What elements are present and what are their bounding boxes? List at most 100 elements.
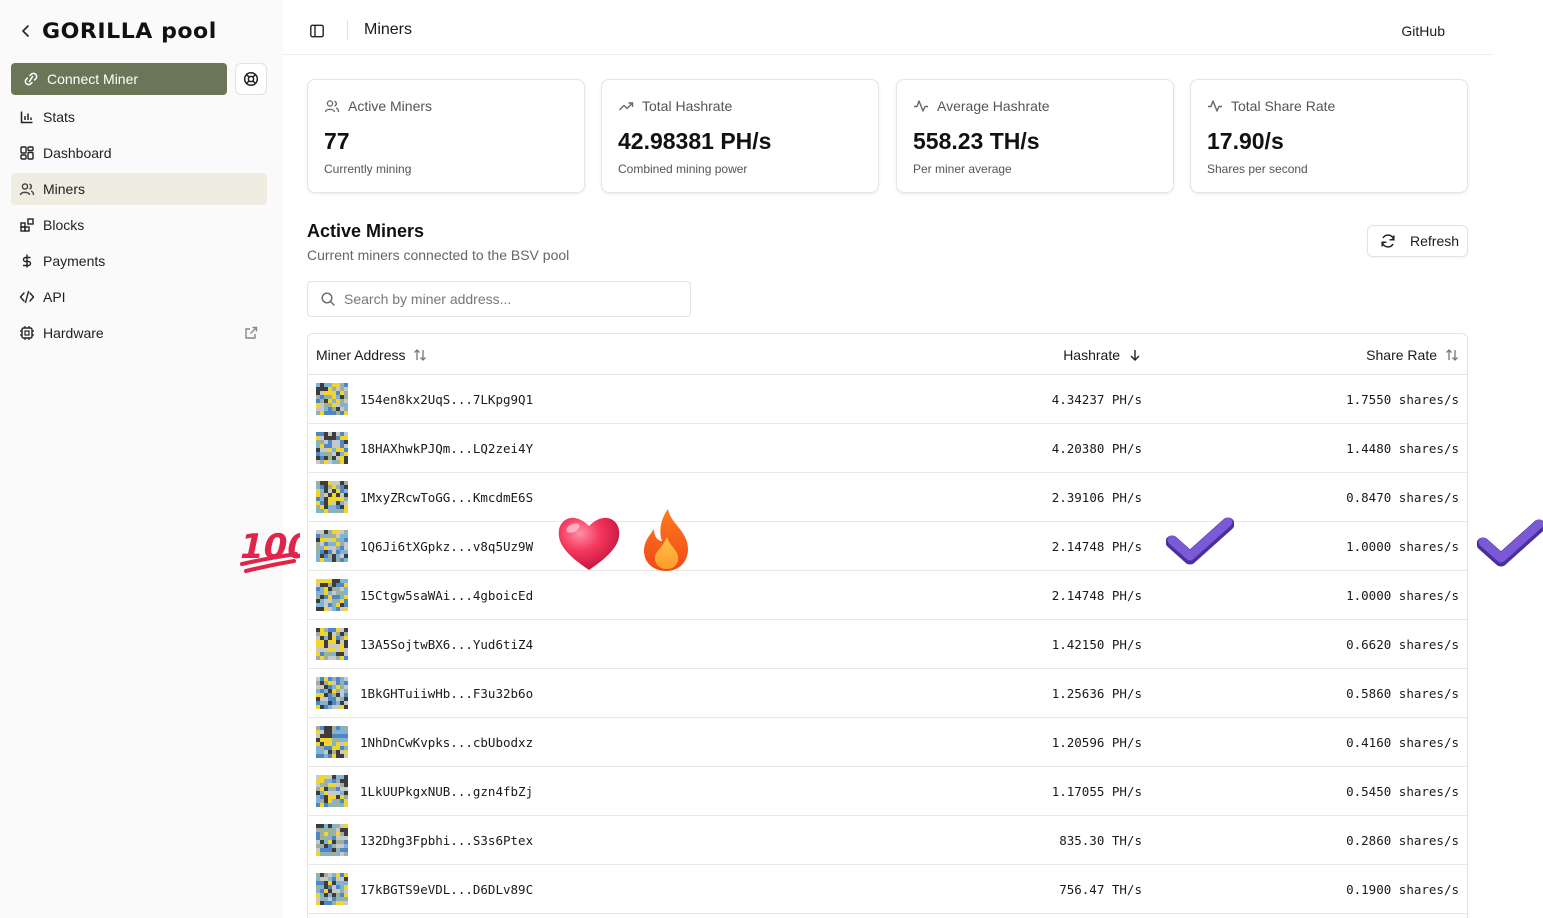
sort-both-icon [414,349,427,361]
search-input[interactable] [344,291,674,307]
miner-identicon [316,628,348,660]
chevron-left-icon[interactable] [18,23,34,39]
table-row[interactable]: 132Dhg3Fpbhi...S3s6Ptex 835.30 TH/s 0.2860… [308,816,1467,865]
table-row[interactable]: 15Ctgw5saWAi...4gboicEd 2.14748 PH/s 1.000… [308,571,1467,620]
miner-address[interactable]: 1LkUUPkgxNUB...gzn4fbZj [360,784,533,799]
miner-hashrate: 1.17055 PH/s [1051,784,1142,799]
sidebar-item-dashboard[interactable]: Dashboard [11,137,267,169]
miner-identicon [316,775,348,807]
table-row[interactable]: 18HAXhwkPJQm...LQ2zei4Y 4.20380 PH/s 1.448… [308,424,1467,473]
table-row[interactable]: 1NhDnCwKvpks...cbUbodxz 1.20596 PH/s 0.416… [308,718,1467,767]
miner-address[interactable]: 13A5SojtwBX6...Yud6tiZ4 [360,637,533,652]
miner-identicon [316,530,348,562]
column-miner-address[interactable]: Miner Address [316,347,427,363]
activity-icon [914,100,928,112]
miner-address[interactable]: 1MxyZRcwToGG...KmcdmE6S [360,490,533,505]
stat-caption: Shares per second [1207,162,1308,176]
sidebar-item-blocks[interactable]: Blocks [11,209,267,241]
link-icon [24,72,38,86]
miner-share-rate: 0.8470 shares/s [1346,490,1459,505]
connect-miner-label: Connect Miner [47,71,139,87]
stat-label: Total Hashrate [642,98,733,114]
sidebar: GORILLA pool Connect Miner Stats Dashboa… [0,0,283,918]
miner-address[interactable]: 154en8kx2UqS...7LKpg9Q1 [360,392,533,407]
miner-address[interactable]: 1NhDnCwKvpks...cbUbodxz [360,735,533,750]
top-bar: Miners GitHub [283,6,1493,55]
stat-value: 42.98381 PH/s [618,128,772,154]
miner-address[interactable]: 15Ctgw5saWAi...4gboicEd [360,588,533,603]
stat-label: Average Hashrate [937,98,1050,114]
hundred-points-emoji: 100 [236,518,315,574]
sidebar-item-label: Stats [43,109,75,125]
table-row[interactable]: 154en8kx2UqS...7LKpg9Q1 4.34237 PH/s 1.755… [308,375,1467,424]
brand[interactable]: GORILLA pool [18,18,216,44]
external-link-icon [243,325,259,341]
table-row[interactable]: 1MxyZRcwToGG...KmcdmE6S 2.39106 PH/s 0.847… [308,473,1467,522]
miner-share-rate: 0.1900 shares/s [1346,882,1459,897]
refresh-button[interactable]: Refresh [1367,225,1468,257]
miner-address[interactable]: 17kBGTS9eVDL...D6DLv89C [360,882,533,897]
sidebar-item-api[interactable]: API [11,281,267,313]
table-row[interactable]: 1Q6Ji6tXGpkz...v8q5Uz9W 2.14748 PH/s 1.000… [308,522,1467,571]
search-box [307,281,691,317]
stat-label: Active Miners [348,98,433,114]
sidebar-item-label: Blocks [43,217,85,233]
miner-hashrate: 1.25636 PH/s [1051,686,1142,701]
divider [347,20,348,40]
miner-hashrate: 1.42150 PH/s [1051,637,1142,652]
miner-address[interactable]: 1Q6Ji6tXGpkz...v8q5Uz9W [360,539,533,554]
miner-identicon [316,579,348,611]
checkmark-emoji [1165,516,1235,568]
users-icon [19,181,35,197]
sidebar-item-label: Dashboard [43,145,112,161]
users-icon [324,100,340,113]
sidebar-item-payments[interactable]: Payments [11,245,267,277]
cpu-icon [19,325,35,341]
page-title: Miners [364,21,413,38]
miner-address[interactable]: 1BkGHTuiiwHb...F3u32b6o [360,686,533,701]
sidebar-toggle-icon[interactable] [309,23,325,39]
miner-identicon [316,383,348,415]
miner-hashrate: 4.20380 PH/s [1051,441,1142,456]
miner-share-rate: 0.5450 shares/s [1346,784,1459,799]
sidebar-item-label: Payments [43,253,106,269]
table-row[interactable]: 1BkGHTuiiwHb...F3u32b6o 1.25636 PH/s 0.586… [308,669,1467,718]
sidebar-item-stats[interactable]: Stats [11,101,267,133]
help-button[interactable] [235,63,267,95]
miner-identicon [316,677,348,709]
sidebar-item-label: Miners [43,181,86,197]
table-row[interactable]: 1LkUUPkgxNUB...gzn4fbZj 1.17055 PH/s 0.545… [308,767,1467,816]
stat-value: 17.90/s [1207,128,1284,154]
table-row[interactable]: 13A5SojtwBX6...Yud6tiZ4 1.42150 PH/s 0.662… [308,620,1467,669]
section-subtitle: Current miners connected to the BSV pool [307,247,570,263]
table-row[interactable]: 17kBGTS9eVDL...D6DLv89C 756.47 TH/s 0.1900… [308,865,1467,914]
main-panel: Miners GitHub Active Miners 77 Currently… [283,6,1493,918]
miner-address[interactable]: 18HAXhwkPJQm...LQ2zei4Y [360,441,533,456]
column-hashrate[interactable]: Hashrate [1063,347,1142,363]
brand-logo: GORILLA pool [42,19,217,43]
column-share-rate[interactable]: Share Rate [1366,347,1459,363]
stat-card-active-miners: Active Miners 77 Currently mining [307,79,585,193]
stat-card-total-hashrate: Total Hashrate 42.98381 PH/s Combined mi… [601,79,879,193]
stat-value: 77 [324,128,350,154]
activity-icon [1208,100,1222,112]
sort-both-icon [1446,349,1458,361]
table-body: 154en8kx2UqS...7LKpg9Q1 4.34237 PH/s 1.755… [308,375,1467,914]
miners-table: Miner Address Hashrate Share Rate 154en8… [307,333,1468,918]
stat-card-average-hashrate: Average Hashrate 558.23 TH/s Per miner a… [896,79,1174,193]
sidebar-item-miners[interactable]: Miners [11,173,267,205]
dollar-icon [19,253,35,269]
stat-caption: Currently mining [324,162,412,176]
miner-hashrate: 1.20596 PH/s [1051,735,1142,750]
miner-share-rate: 0.4160 shares/s [1346,735,1459,750]
lifebuoy-icon [243,71,259,87]
miner-address[interactable]: 132Dhg3Fpbhi...S3s6Ptex [360,833,533,848]
sidebar-item-hardware[interactable]: Hardware [11,317,267,349]
column-label: Hashrate [1063,347,1120,363]
stat-label: Total Share Rate [1231,98,1336,114]
miner-share-rate: 0.5860 shares/s [1346,686,1459,701]
github-link[interactable]: GitHub [1401,23,1445,39]
connect-miner-button[interactable]: Connect Miner [11,63,227,95]
miner-hashrate: 835.30 TH/s [1059,833,1142,848]
search-icon [321,292,335,306]
